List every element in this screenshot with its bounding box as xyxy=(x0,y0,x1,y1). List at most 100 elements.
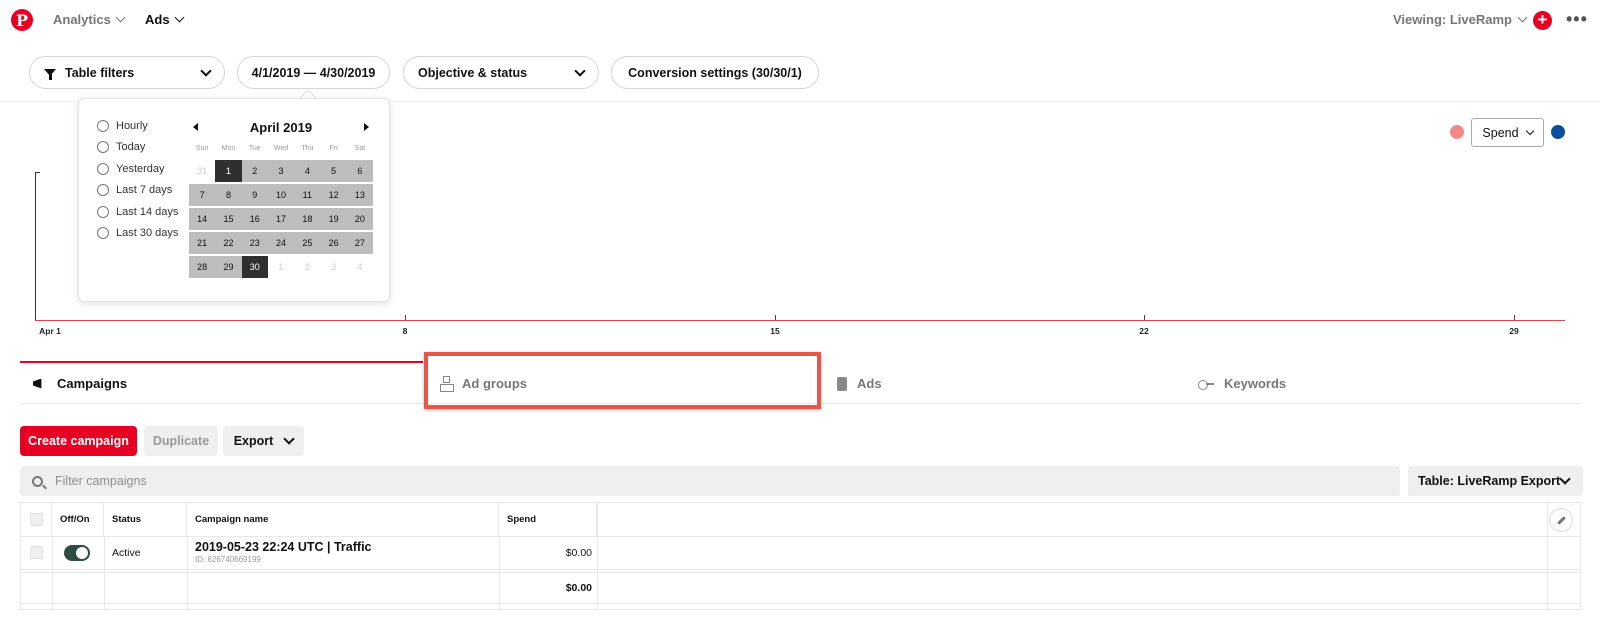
date-preset-option[interactable]: Last 14 days xyxy=(97,201,178,223)
calendar-day[interactable]: 6 xyxy=(346,160,374,182)
calendar-day[interactable]: 11 xyxy=(294,184,321,206)
calendar-day[interactable]: 1 xyxy=(215,160,242,182)
table-filters-label: Table filters xyxy=(65,65,135,80)
date-preset-option[interactable]: Hourly xyxy=(97,115,178,137)
calendar-day[interactable]: 10 xyxy=(267,184,295,206)
calendar-day[interactable]: 2 xyxy=(241,160,268,182)
export-button[interactable]: Export xyxy=(223,426,304,456)
tab-keywords[interactable]: Keywords xyxy=(1198,376,1286,391)
date-preset-option[interactable]: Yesterday xyxy=(97,158,178,180)
duplicate-button[interactable]: Duplicate xyxy=(144,426,218,456)
chevron-down-icon xyxy=(200,64,212,77)
calendar-day[interactable]: 17 xyxy=(267,208,295,230)
tab-campaigns[interactable]: Campaigns xyxy=(33,376,127,391)
column-divider xyxy=(597,503,598,611)
campaign-toggle[interactable] xyxy=(64,545,90,561)
more-options-icon[interactable]: ••• xyxy=(1566,9,1588,30)
ads-menu[interactable]: Ads xyxy=(145,12,185,27)
calendar-day[interactable]: 20 xyxy=(346,208,374,230)
calendar-day[interactable]: 12 xyxy=(320,184,347,206)
calendar-day[interactable]: 22 xyxy=(215,232,242,254)
calendar-day[interactable]: 13 xyxy=(346,184,374,206)
account-switcher[interactable]: Viewing: LiveRamp xyxy=(1393,12,1528,27)
conversion-settings-button[interactable]: Conversion settings (30/30/1) xyxy=(611,56,819,89)
calendar-day[interactable]: 14 xyxy=(189,208,216,230)
chart-x-tick xyxy=(405,315,406,320)
create-campaign-button[interactable]: Create campaign xyxy=(20,426,137,456)
date-preset-option[interactable]: Last 7 days xyxy=(97,180,178,202)
select-all-checkbox[interactable] xyxy=(30,513,43,526)
campaign-name-link[interactable]: 2019-05-23 22:24 UTC | Traffic xyxy=(195,540,372,554)
edit-columns-button[interactable] xyxy=(1549,508,1573,532)
column-divider xyxy=(52,536,53,611)
calendar-day: 2 xyxy=(294,256,321,278)
header-campaign-name[interactable]: Campaign name xyxy=(187,503,499,536)
ads-label: Ads xyxy=(145,12,170,27)
header-spend[interactable]: Spend xyxy=(499,503,597,536)
calendar-day[interactable]: 3 xyxy=(267,160,295,182)
chevron-down-icon xyxy=(115,12,126,23)
calendar-day[interactable]: 16 xyxy=(241,208,268,230)
header-offon[interactable]: Off/On xyxy=(52,503,104,536)
chart-x-tick xyxy=(1514,315,1515,320)
weekday-label: Fri xyxy=(329,145,338,152)
date-preset-option[interactable]: Today xyxy=(97,137,178,159)
calendar-day[interactable]: 15 xyxy=(215,208,242,230)
calendar-day[interactable]: 30 xyxy=(241,256,268,278)
date-range-button[interactable]: 4/1/2019 — 4/30/2019 xyxy=(237,56,390,89)
calendar-day[interactable]: 24 xyxy=(267,232,295,254)
previous-month-icon[interactable] xyxy=(193,123,198,131)
weekday-label: Sun xyxy=(195,145,209,152)
chart-y-tick xyxy=(35,172,40,173)
tab-ads[interactable]: Ads xyxy=(837,376,882,391)
header-status[interactable]: Status xyxy=(104,503,187,536)
calendar-day[interactable]: 4 xyxy=(294,160,321,182)
metric-select-label: Spend xyxy=(1482,125,1519,140)
weekday-label: Thu xyxy=(301,145,314,152)
pinterest-logo[interactable]: P xyxy=(11,9,33,31)
series-color-dot[interactable] xyxy=(1551,125,1565,139)
chart-x-tick xyxy=(1144,315,1145,320)
calendar-day[interactable]: 21 xyxy=(189,232,216,254)
date-preset-label: Last 30 days xyxy=(116,227,179,240)
calendar-day[interactable]: 8 xyxy=(215,184,242,206)
row-checkbox[interactable] xyxy=(30,546,43,559)
date-preset-label: Hourly xyxy=(116,119,148,132)
calendar-day[interactable]: 18 xyxy=(294,208,321,230)
calendar-day: 31 xyxy=(189,160,216,182)
calendar-day[interactable]: 29 xyxy=(215,256,242,278)
calendar-day[interactable]: 7 xyxy=(189,184,216,206)
ads-icon xyxy=(837,376,847,391)
calendar-day[interactable]: 9 xyxy=(241,184,268,206)
chart-x-axis xyxy=(35,320,1565,321)
calendar-day: 3 xyxy=(320,256,347,278)
chart-x-label: 22 xyxy=(1139,326,1149,336)
next-month-icon[interactable] xyxy=(364,123,369,131)
create-plus-button[interactable]: + xyxy=(1533,11,1552,30)
calendar-day[interactable]: 19 xyxy=(320,208,347,230)
table-view-label: Table: LiveRamp Export xyxy=(1418,474,1561,488)
metric-select[interactable]: Spend xyxy=(1471,118,1544,147)
calendar-day[interactable]: 28 xyxy=(189,256,216,278)
calendar-day[interactable]: 23 xyxy=(241,232,268,254)
calendar-day[interactable]: 25 xyxy=(294,232,321,254)
series-color-dot[interactable] xyxy=(1450,125,1464,139)
calendar-days: 31 1 2 3 4 5 6 7 8 9 10 11 12 13 14 15 16 17 18 19 20 21 22 23 2… xyxy=(189,160,374,280)
table-filters-button[interactable]: Table filters xyxy=(29,56,225,89)
weekday-label: Mon xyxy=(221,145,236,152)
table-view-select[interactable]: Table: LiveRamp Export xyxy=(1408,466,1583,496)
calendar-day[interactable]: 26 xyxy=(320,232,347,254)
analytics-menu[interactable]: Analytics xyxy=(53,12,126,27)
viewing-label: Viewing: LiveRamp xyxy=(1393,12,1512,27)
calendar-day[interactable]: 27 xyxy=(346,232,374,254)
objective-status-button[interactable]: Objective & status xyxy=(403,56,599,89)
radio-icon xyxy=(97,141,109,154)
chevron-down-icon xyxy=(1525,126,1534,135)
chevron-down-icon xyxy=(1559,473,1571,485)
date-preset-option[interactable]: Last 30 days xyxy=(97,223,178,245)
radio-icon xyxy=(97,119,109,132)
search-input[interactable]: Filter campaigns xyxy=(20,466,1400,496)
analytics-label: Analytics xyxy=(53,12,111,27)
calendar-day[interactable]: 5 xyxy=(320,160,347,182)
date-preset-label: Last 7 days xyxy=(116,184,173,197)
